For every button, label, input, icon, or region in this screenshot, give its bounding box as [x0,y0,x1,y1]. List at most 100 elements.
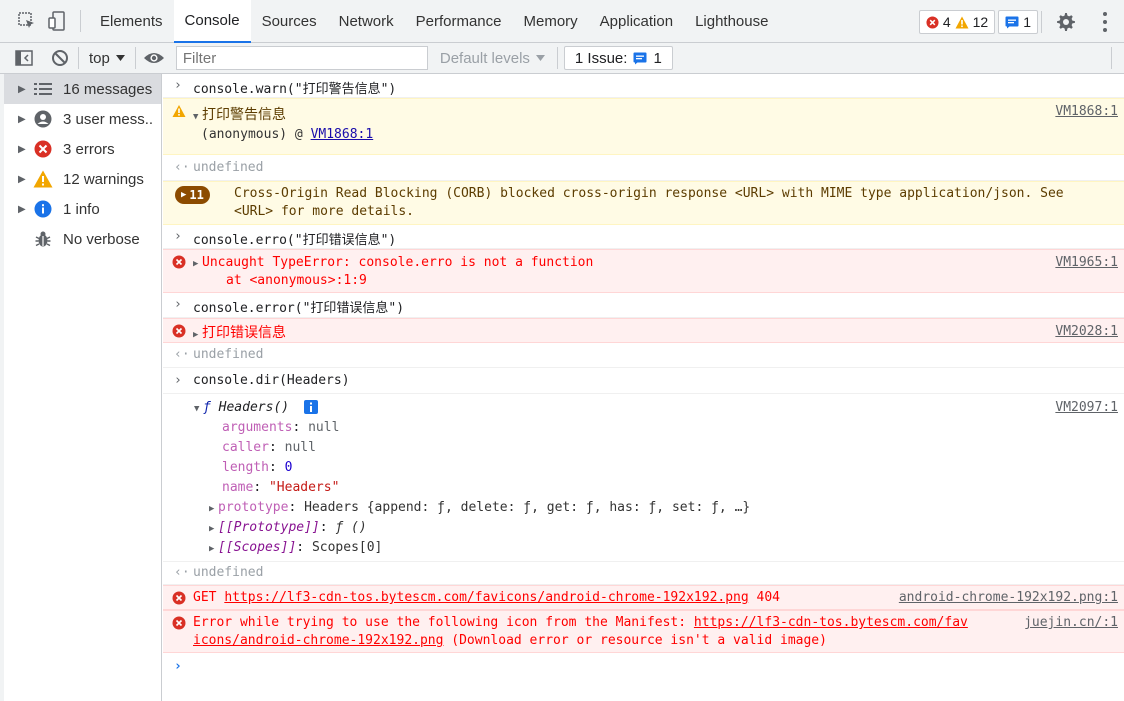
filter-input[interactable] [175,46,428,70]
clear-console-icon[interactable] [42,43,78,74]
command-text: console.dir(Headers) [193,373,350,388]
source-link[interactable]: juejin.cn/:1 [1024,615,1118,630]
property-scopes[interactable]: ▶ [[Scopes]]: Scopes[0] [209,540,382,555]
tab-sources[interactable]: Sources [251,0,328,43]
sidebar-item-label: 16 messages [63,80,153,98]
manifest-icon-url-link[interactable]: icons/android-chrome-192x192.png [193,633,443,648]
console-command-row[interactable]: › console.dir(Headers) [163,368,1124,394]
tab-network[interactable]: Network [328,0,405,43]
error-warning-counter[interactable]: 4 12 [918,10,996,34]
console-command-row[interactable]: › console.erro("打印错误信息") [163,225,1124,249]
source-link[interactable]: VM1965:1 [1055,255,1118,270]
error-icon [172,591,186,605]
prompt-chevron-icon: › [174,229,182,244]
dropdown-triangle-icon [115,55,125,61]
user-icon [32,108,54,130]
list-icon [32,78,54,100]
tab-performance[interactable]: Performance [405,0,513,43]
error-message-row[interactable]: ▶ Uncaught TypeError: console.erro is not… [163,249,1124,293]
tab-elements[interactable]: Elements [89,0,174,43]
devtools-tabbar: Elements Console Sources Network Perform… [0,0,1124,43]
function-header[interactable]: ▼ ƒ Headers() [194,400,289,415]
source-link[interactable]: VM2028:1 [1055,324,1118,339]
warning-message-row[interactable]: ▼ 打印警告信息 VM1868:1 (anonymous) @ VM1868:1 [163,98,1124,155]
repeat-count-badge[interactable]: ▶ 11 [175,186,210,204]
sidebar-item-info[interactable]: ▶ 1 info [4,194,161,224]
object-tree[interactable]: ▼ ƒ Headers() VM2097:1 arguments: null ca… [163,394,1124,562]
tab-application[interactable]: Application [589,0,684,43]
warning-text: ▼ 打印警告信息 [193,107,286,123]
error-icon [926,15,939,29]
request-url-link[interactable]: https://lf3-cdn-tos.bytescm.com/favicons… [224,590,748,605]
device-toolbar-icon[interactable] [42,0,72,43]
expand-arrow-icon[interactable]: ▶ [18,114,32,125]
context-selector[interactable]: top [79,50,135,67]
sidebar-toggle-icon[interactable] [6,43,42,74]
network-error-row[interactable]: GET https://lf3-cdn-tos.bytescm.com/favi… [163,585,1124,610]
expand-arrow-icon: ▶ [209,524,215,534]
error-icon [172,616,186,630]
source-link[interactable]: VM1868:1 [1055,104,1118,119]
collapse-arrow-icon[interactable]: ▼ [193,112,202,122]
inspect-element-icon[interactable] [12,0,42,43]
property-name: name: "Headers" [222,480,340,495]
expand-arrow-icon[interactable]: ▶ [18,204,32,215]
manifest-error-line-1: Error while trying to use the following … [193,615,968,630]
property-arguments: arguments: null [222,420,340,435]
console-sidebar: ▶ 16 messages ▶ 3 user mess... ▶ 3 error… [4,74,162,701]
manifest-icon-url-link[interactable]: https://lf3-cdn-tos.bytescm.com/fav [694,615,968,630]
property-internal-prototype[interactable]: ▶ [[Prototype]]: ƒ () [209,520,367,535]
corb-warning-row[interactable]: ▶ 11 Cross-Origin Read Blocking (CORB) bl… [163,181,1124,225]
expand-arrow-icon[interactable]: ▶ [193,330,202,340]
property-prototype[interactable]: ▶ prototype: Headers {append: ƒ, delete: … [209,500,750,515]
source-link[interactable]: android-chrome-192x192.png:1 [899,590,1118,605]
info-icon[interactable] [304,400,318,414]
tab-memory[interactable]: Memory [513,0,589,43]
settings-gear-icon[interactable] [1052,8,1080,36]
source-link[interactable]: VM2097:1 [1055,400,1118,415]
stack-link[interactable]: VM1868:1 [311,127,374,142]
sidebar-item-label: 12 warnings [63,170,144,188]
result-arrow-icon: ‹· [174,565,190,580]
sidebar-item-user-messages[interactable]: ▶ 3 user mess... [4,104,161,134]
live-expression-eye-icon[interactable] [136,43,172,74]
console-messages: › console.warn("打印警告信息") ▼ 打印警告信息 VM1868:… [163,74,1124,701]
stack-trace: (anonymous) @ VM1868:1 [201,127,374,142]
console-command-row[interactable]: › console.warn("打印警告信息") [163,74,1124,98]
expand-arrow-icon[interactable]: ▶ [18,144,32,155]
info-counter[interactable]: 1 [998,10,1038,34]
issue-counters: 4 12 1 [918,10,1038,34]
expand-arrow-icon[interactable]: ▶ [18,84,32,95]
console-input-row[interactable]: › [163,653,1124,701]
sidebar-item-messages[interactable]: ▶ 16 messages [4,74,161,104]
sidebar-item-label: 1 info [63,200,100,218]
tab-lighthouse[interactable]: Lighthouse [684,0,779,43]
error-message-row[interactable]: ▶ 打印错误信息 VM2028:1 [163,318,1124,343]
result-arrow-icon: ‹· [174,160,190,175]
input-prompt-chevron-icon: › [174,659,182,674]
more-options-icon[interactable] [1100,10,1110,34]
sidebar-item-errors[interactable]: ▶ 3 errors [4,134,161,164]
manifest-error-line-2: icons/android-chrome-192x192.png (Downlo… [193,633,827,648]
network-error-text: GET https://lf3-cdn-tos.bytescm.com/favi… [193,590,781,605]
log-levels-dropdown[interactable]: Default levels [440,50,545,67]
result-value: undefined [193,160,264,175]
sidebar-item-verbose[interactable]: No verbose [4,224,161,254]
tab-console[interactable]: Console [173,0,251,43]
sidebar-item-warnings[interactable]: ▶ 12 warnings [4,164,161,194]
console-result-row: ‹· undefined [163,562,1124,585]
expand-arrow-icon: ▶ [209,504,215,514]
warning-icon [172,105,186,117]
corb-text-line-2: <URL> for more details. [234,204,415,219]
console-command-row[interactable]: › console.error("打印错误信息") [163,293,1124,318]
log-levels-label: Default levels [439,49,530,67]
error-icon [172,324,186,338]
manifest-error-row[interactable]: Error while trying to use the following … [163,610,1124,653]
property-length: length: 0 [222,460,293,475]
expand-arrow-icon[interactable]: ▶ [193,259,202,269]
expand-arrow-icon[interactable]: ▶ [18,174,32,185]
warning-icon [32,168,54,190]
issues-button[interactable]: 1 Issue: 1 [563,46,673,70]
error-text: ▶ Uncaught TypeError: console.erro is not… [193,255,594,270]
message-icon [633,52,647,64]
